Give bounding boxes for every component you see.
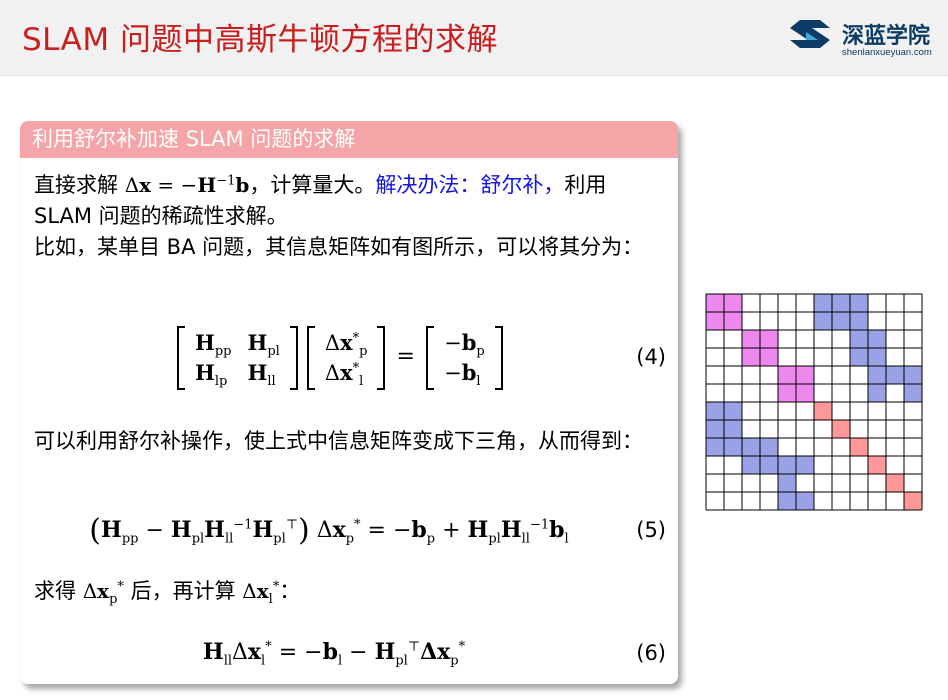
landmark-block bbox=[814, 402, 832, 420]
offdiag-block bbox=[778, 456, 796, 474]
offdiag-block bbox=[832, 312, 850, 330]
solution-highlight: 解决办法：舒尔补， bbox=[375, 173, 565, 197]
landmark-block bbox=[886, 474, 904, 492]
landmark-block bbox=[904, 492, 922, 510]
slide-header: SLAM 问题中高斯牛顿方程的求解 深蓝学院 shenlanxueyuan.co… bbox=[0, 0, 948, 76]
equation-5: (Hpp − HplHll−1Hpl⊤) Δxp* = −bp + HplHll… bbox=[89, 513, 569, 548]
equation-4-number: (4) bbox=[636, 345, 666, 369]
offdiag-block bbox=[724, 420, 742, 438]
offdiag-block bbox=[796, 492, 814, 510]
logo-mark-icon bbox=[790, 20, 830, 48]
offdiag-block bbox=[850, 312, 868, 330]
offdiag-block bbox=[850, 348, 868, 366]
offdiag-block bbox=[886, 366, 904, 384]
equation-6-number: (6) bbox=[636, 641, 666, 665]
offdiag-block bbox=[724, 438, 742, 456]
offdiag-block bbox=[778, 492, 796, 510]
offdiag-block bbox=[742, 438, 760, 456]
paragraph-example: 比如，某单目 BA 问题，其信息矩阵如有图所示，可以将其分为： bbox=[34, 235, 644, 259]
landmark-block bbox=[850, 438, 868, 456]
offdiag-block bbox=[814, 312, 832, 330]
paragraph-schur: 可以利用舒尔补操作，使上式中信息矩阵变成下三角，从而得到： bbox=[34, 429, 643, 453]
offdiag-block bbox=[724, 402, 742, 420]
offdiag-block bbox=[778, 474, 796, 492]
offdiag-block bbox=[868, 384, 886, 402]
offdiag-block bbox=[814, 294, 832, 312]
block-title: 利用舒尔补加速 SLAM 问题的求解 bbox=[20, 121, 678, 158]
offdiag-block bbox=[760, 456, 778, 474]
equation-5-number: (5) bbox=[636, 518, 666, 542]
offdiag-block bbox=[904, 384, 922, 402]
offdiag-block bbox=[706, 402, 724, 420]
slide-title: SLAM 问题中高斯牛顿方程的求解 bbox=[22, 22, 498, 58]
landmark-block bbox=[868, 456, 886, 474]
information-matrix-figure bbox=[705, 293, 923, 511]
paragraph-direct-solve: 直接求解 Δx = −H−1b，计算量大。解决办法：舒尔补，利用 SLAM 问题… bbox=[34, 173, 607, 228]
logo: 深蓝学院 shenlanxueyuan.com bbox=[790, 10, 948, 66]
offdiag-block bbox=[868, 348, 886, 366]
offdiag-block bbox=[868, 330, 886, 348]
offdiag-block bbox=[796, 456, 814, 474]
equation-6: HllΔxl* = −bl − Hpl⊤Δxp* bbox=[202, 639, 466, 669]
offdiag-block bbox=[850, 294, 868, 312]
paragraph-then: 求得 Δxp* 后，再计算 Δxl*： bbox=[34, 579, 301, 607]
offdiag-block bbox=[868, 366, 886, 384]
equation-4: Hpp Hpl Hlp Hll Δx*p Δx*l = −bp −bl bbox=[177, 326, 503, 390]
content-block: 利用舒尔补加速 SLAM 问题的求解 直接求解 Δx = −H−1b，计算量大。… bbox=[20, 121, 678, 684]
logo-url: shenlanxueyuan.com bbox=[842, 47, 932, 58]
offdiag-block bbox=[742, 456, 760, 474]
offdiag-block bbox=[850, 330, 868, 348]
logo-name: 深蓝学院 bbox=[842, 24, 931, 49]
math-direct-solve: Δx = −H−1b bbox=[124, 173, 250, 197]
offdiag-block bbox=[904, 366, 922, 384]
offdiag-block bbox=[706, 438, 724, 456]
offdiag-block bbox=[706, 420, 724, 438]
offdiag-block bbox=[832, 294, 850, 312]
landmark-block bbox=[832, 420, 850, 438]
offdiag-block bbox=[760, 438, 778, 456]
